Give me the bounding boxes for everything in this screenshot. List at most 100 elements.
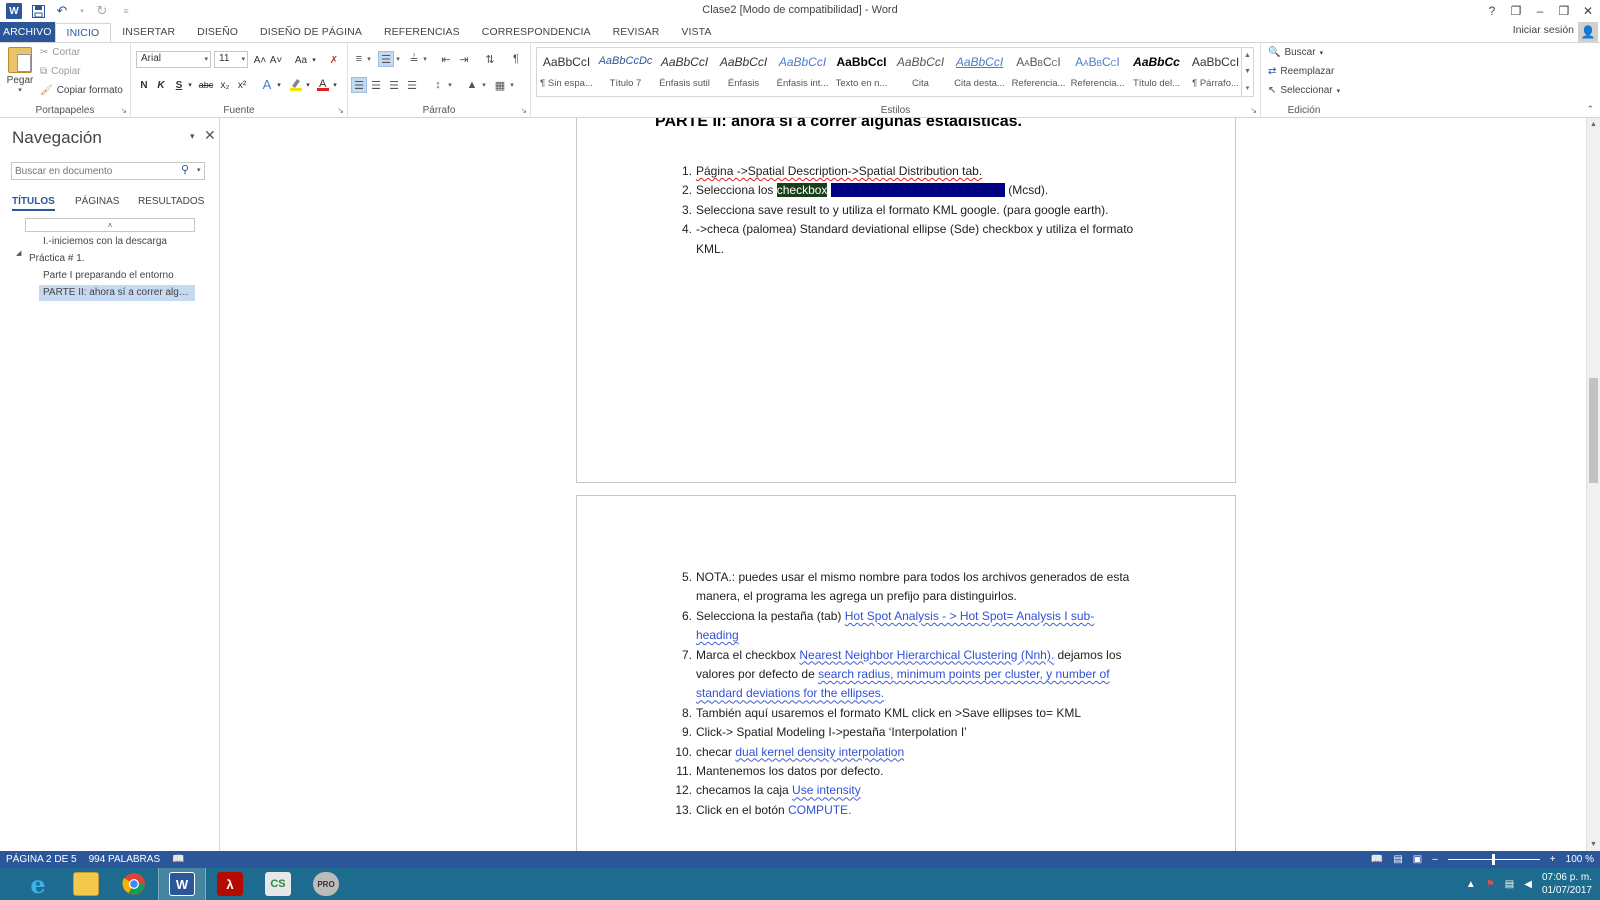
volume-icon[interactable]: ◀ — [1524, 879, 1532, 890]
nav-tab-resultados[interactable]: RESULTADOS — [138, 196, 204, 207]
style-item[interactable]: AaBbCcI Referencia... — [1068, 48, 1127, 96]
show-formatting-icon[interactable]: ¶ — [508, 51, 524, 67]
doc-list-page1[interactable]: 1. Página ->Spatial Description->Spatial… — [655, 162, 1135, 259]
underline-button[interactable]: S — [173, 77, 185, 93]
list-item[interactable]: 1. Página ->Spatial Description->Spatial… — [655, 162, 1135, 181]
style-item[interactable]: AaBbCcI Referencia... — [1009, 48, 1068, 96]
list-item[interactable]: 3. Selecciona save result to y utiliza e… — [655, 201, 1135, 220]
cut-button[interactable]: ✂ Cortar — [40, 47, 80, 58]
chevron-down-icon[interactable]: ▼ — [1244, 68, 1251, 75]
search-icon[interactable]: ⚲ — [181, 163, 189, 176]
font-name-combo[interactable]: Arial ▾ — [136, 51, 211, 68]
paste-button[interactable]: Pegar ▾ — [4, 47, 36, 101]
action-center-flag-icon[interactable]: ⚑ — [1486, 879, 1495, 890]
clock[interactable]: 07:06 p. m. 01/07/2017 — [1542, 871, 1592, 897]
document-page[interactable]: PARTE II: ahora sí a correr algunas esta… — [576, 118, 1236, 483]
tab-referencias[interactable]: REFERENCIAS — [373, 22, 471, 42]
style-item[interactable]: AaBbCcI ¶ Sin espa... — [537, 48, 596, 96]
ribbon-display-options-button[interactable]: ❐ — [1504, 0, 1528, 22]
decrease-indent-icon[interactable]: ⇤ — [438, 51, 454, 67]
line-spacing-icon[interactable]: ↕ — [430, 77, 446, 93]
doc-list-page2[interactable]: 5. NOTA.: puedes usar el mismo nombre pa… — [655, 568, 1135, 820]
vertical-scrollbar[interactable]: ▲ ▼ — [1586, 118, 1600, 851]
zoom-level[interactable]: 100 % — [1566, 854, 1594, 865]
sort-icon[interactable]: ⇅ — [482, 51, 498, 67]
clipboard-launcher-icon[interactable]: ↘ — [120, 106, 127, 115]
list-item[interactable]: 4. ->checa (palomea) Standard deviationa… — [655, 220, 1135, 259]
acrobat-icon[interactable]: λ — [206, 868, 254, 900]
zoom-slider-thumb[interactable] — [1491, 854, 1495, 865]
list-item[interactable]: 9. Click-> Spatial Modeling I->pestaña ‘… — [655, 723, 1135, 742]
align-left-icon[interactable]: ☰ — [351, 77, 367, 93]
replace-button[interactable]: ⇄ Reemplazar — [1268, 66, 1334, 77]
doc-heading[interactable]: PARTE II: ahora sí a correr algunas esta… — [655, 118, 1022, 131]
list-item[interactable]: 12. checamos la caja Use intensity — [655, 781, 1135, 800]
nav-search-input[interactable] — [11, 162, 205, 180]
zoom-out-icon[interactable]: – — [1432, 854, 1438, 865]
network-icon[interactable]: ▤ — [1505, 879, 1514, 890]
nav-heading-item[interactable]: Práctica # 1. — [29, 251, 85, 267]
grow-font-button[interactable]: A˄ — [253, 52, 267, 68]
font-color-icon[interactable]: A — [315, 76, 331, 92]
find-button[interactable]: 🔍 Buscar ▾ — [1268, 47, 1323, 58]
font-size-combo[interactable]: 11 ▾ — [214, 51, 248, 68]
page-count-status[interactable]: PÁGINA 2 DE 5 — [0, 854, 83, 865]
collapse-ribbon-icon[interactable]: ⌃ — [1586, 104, 1594, 115]
list-item[interactable]: 13. Click en el botón COMPUTE. — [655, 801, 1135, 820]
nav-tab-titulos[interactable]: TÍTULOS — [12, 196, 55, 211]
redo-icon[interactable]: ↻ — [94, 3, 110, 19]
nav-close-icon[interactable]: ✕ — [204, 127, 216, 144]
align-center-icon[interactable]: ☰ — [368, 77, 384, 93]
expand-triangle-icon[interactable]: ◢ — [16, 249, 21, 257]
list-item[interactable]: 7. Marca el checkbox Nearest Neighbor Hi… — [655, 646, 1135, 704]
word-icon[interactable]: W — [158, 868, 206, 900]
tab-archivo[interactable]: ARCHIVO — [0, 22, 55, 42]
list-item[interactable]: 10. checar dual kernel density interpola… — [655, 743, 1135, 762]
undo-icon[interactable]: ↶ — [54, 3, 70, 19]
save-icon[interactable] — [30, 3, 46, 19]
tab-revisar[interactable]: REVISAR — [602, 22, 671, 42]
user-avatar-icon[interactable]: 👤 — [1578, 22, 1598, 42]
style-item[interactable]: AaBbCcI Énfasis int... — [773, 48, 832, 96]
pro-app-icon[interactable]: PRO — [302, 868, 350, 900]
chevron-down-icon[interactable]: ▾ — [197, 166, 201, 174]
tab-diseno-de-pagina[interactable]: DISEÑO DE PÁGINA — [249, 22, 373, 42]
clear-formatting-icon[interactable]: ✗ — [327, 52, 341, 68]
restore-button[interactable]: ❒ — [1552, 0, 1576, 22]
multilevel-list-icon[interactable]: ≟ — [406, 51, 422, 67]
signin-link[interactable]: Iniciar sesión — [1513, 24, 1574, 36]
help-button[interactable]: ? — [1480, 0, 1504, 22]
chevron-up-icon[interactable]: ▲ — [1244, 52, 1251, 59]
nav-options-icon[interactable]: ▾ — [190, 131, 195, 142]
tab-diseno[interactable]: DISEÑO — [186, 22, 249, 42]
increase-indent-icon[interactable]: ⇥ — [456, 51, 472, 67]
select-button[interactable]: ↖ Seleccionar ▾ — [1268, 85, 1340, 96]
customize-qat-icon[interactable]: ≡ — [118, 3, 134, 19]
file-explorer-icon[interactable] — [62, 868, 110, 900]
read-mode-icon[interactable]: 📖 — [1371, 854, 1383, 865]
zoom-in-icon[interactable]: + — [1550, 854, 1556, 865]
document-area[interactable]: PARTE II: ahora sí a correr algunas esta… — [221, 118, 1586, 851]
chrome-icon[interactable] — [110, 868, 158, 900]
nav-heading-item[interactable]: I.-iniciemos con la descarga — [43, 234, 167, 250]
zoom-slider[interactable] — [1447, 854, 1540, 865]
internet-explorer-icon[interactable]: e — [14, 868, 62, 900]
change-case-button[interactable]: Aa — [291, 52, 311, 68]
more-styles-icon[interactable]: ▾ — [1246, 84, 1250, 92]
style-item[interactable]: AaBbCcI Cita desta... — [950, 48, 1009, 96]
highlight-color-icon[interactable] — [288, 76, 304, 92]
list-item[interactable]: 11. Mantenemos los datos por defecto. — [655, 762, 1135, 781]
styles-launcher-icon[interactable]: ↘ — [1250, 106, 1257, 115]
style-item[interactable]: AaBbCcI ¶ Párrafo... — [1186, 48, 1245, 96]
font-launcher-icon[interactable]: ↘ — [337, 106, 344, 115]
scroll-down-icon[interactable]: ▼ — [1590, 841, 1597, 848]
style-item[interactable]: AaBbCcI Cita — [891, 48, 950, 96]
borders-icon[interactable]: ▦ — [492, 77, 508, 93]
tab-correspondencia[interactable]: CORRESPONDENCIA — [471, 22, 602, 42]
web-layout-icon[interactable]: ▣ — [1413, 854, 1422, 865]
list-item[interactable]: 8. También aquí usaremos el formato KML … — [655, 704, 1135, 723]
tab-inicio[interactable]: INICIO — [54, 23, 112, 43]
paragraph-launcher-icon[interactable]: ↘ — [520, 106, 527, 115]
word-count-status[interactable]: 994 PALABRAS — [83, 854, 167, 865]
show-hidden-icons-icon[interactable]: ▲ — [1466, 879, 1476, 890]
